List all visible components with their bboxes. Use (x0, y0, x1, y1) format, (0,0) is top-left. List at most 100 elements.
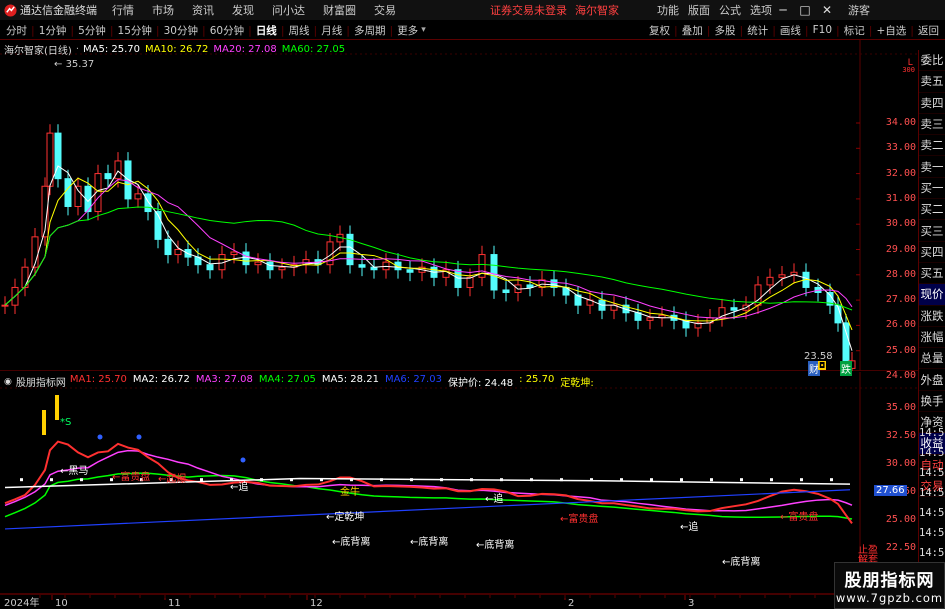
menu-banmian[interactable]: 版面 (688, 2, 710, 18)
indicator-legend-5: MA5: 28.21 (321, 374, 379, 385)
collapse-dot-icon[interactable]: ◉ (4, 377, 12, 387)
signal-annotation: ←富贵盘 (112, 468, 150, 483)
high-price-value: 35.37 (65, 59, 95, 70)
panel-tab-11[interactable]: 买五 (919, 263, 945, 285)
panel-tab-1[interactable]: 委比 (919, 50, 945, 72)
close-icon[interactable]: ✕ (816, 0, 838, 20)
stock-period-label: 海尔智家(日线) (4, 46, 72, 57)
app-title: 通达信金融终端 (0, 2, 104, 18)
tab-more[interactable]: 更多 (394, 23, 421, 38)
menu-caifuquan[interactable]: 财富圈 (323, 2, 356, 18)
badge-cai-icon[interactable]: ◘ (818, 361, 827, 370)
menu-faxian[interactable]: 发现 (232, 2, 254, 18)
menu-xuanxiang[interactable]: 选项 (750, 2, 772, 18)
ma-legend-1: MA5: 25.70 (83, 44, 141, 55)
menu-gongneng[interactable]: 功能 (657, 2, 679, 18)
indicator-chart[interactable] (0, 372, 918, 595)
panel-tab-6[interactable]: 卖一 (919, 156, 945, 178)
panel-tab-8[interactable]: 买二 (919, 199, 945, 221)
panel-tab-16[interactable]: 外盘 (919, 369, 945, 391)
ma-legend-3: MA20: 27.08 (213, 44, 277, 55)
signal-bar (55, 395, 59, 420)
panel-tab-2[interactable]: 卖五 (919, 71, 945, 93)
tab-60min[interactable]: 60分钟 (207, 23, 247, 38)
panel-tab-14[interactable]: 涨幅 (919, 327, 945, 349)
kline-chart[interactable] (0, 40, 918, 371)
legend-dot-icon: · (75, 44, 79, 55)
btn-add-watchlist[interactable]: +自选 (873, 23, 909, 38)
chevron-down-icon[interactable]: ▾ (421, 25, 426, 35)
price-tick-label: 28.00 (885, 268, 916, 280)
indicator-tick-label: 22.50 (885, 542, 916, 553)
menu-gongshi[interactable]: 公式 (719, 2, 741, 18)
annotation-text: 底背离 (484, 540, 515, 551)
btn-diejia[interactable]: 叠加 (679, 23, 706, 38)
annotation-text: S (65, 417, 72, 428)
tab-weekly[interactable]: 周线 (286, 23, 313, 38)
menu-jiaoyi[interactable]: 交易 (374, 2, 396, 18)
ma-line-2 (4, 177, 853, 331)
trade-time: 14:56 (919, 427, 945, 439)
guest-label[interactable]: 游客 (848, 2, 870, 18)
annotation-text: 底背离 (340, 537, 371, 548)
panel-tab-3[interactable]: 卖四 (919, 93, 945, 114)
annotation-text: 富贵盘 (120, 472, 151, 483)
panel-tab-5[interactable]: 卖二 (919, 135, 945, 157)
tab-30min[interactable]: 30分钟 (161, 23, 201, 38)
menu-shichang[interactable]: 市场 (152, 2, 174, 18)
indicator-legend-2: MA2: 26.72 (132, 374, 190, 385)
month-label: 2 (568, 598, 574, 609)
tab-fenshi[interactable]: 分时 (0, 23, 30, 38)
tab-monthly[interactable]: 月线 (318, 23, 345, 38)
btn-duogu[interactable]: 多股 (711, 23, 738, 38)
month-label: 11 (168, 598, 181, 609)
indicator-legend-7: 保护价: 24.48 (447, 378, 514, 389)
signal-dot (240, 457, 246, 463)
tab-15min[interactable]: 15分钟 (115, 23, 155, 38)
trade-time: 14:56 (919, 547, 945, 559)
signal-annotation: ←底背离 (722, 553, 760, 568)
watermark-url: www.7gpzb.com (835, 591, 944, 605)
menu-hangqing[interactable]: 行情 (112, 2, 134, 18)
restore-icon[interactable]: □ (794, 0, 816, 20)
signal-annotation: ←底背离 (476, 536, 514, 551)
btn-huaxian[interactable]: 画线 (777, 23, 804, 38)
panel-tab-10[interactable]: 买四 (919, 242, 945, 263)
minimize-icon[interactable]: ─ (772, 0, 794, 20)
indicator-name[interactable]: 股朋指标网 (16, 374, 66, 389)
price-tick-label: 27.00 (885, 294, 916, 306)
panel-tab-17[interactable]: 换手 (919, 391, 945, 413)
trade-time: 14:56 (919, 467, 945, 479)
panel-tab-13[interactable]: 涨跌 (919, 306, 945, 327)
ma-legend-4: MA60: 27.05 (281, 44, 346, 55)
btn-f10[interactable]: F10 (810, 24, 835, 36)
btn-tongji[interactable]: 统计 (744, 23, 771, 38)
panel-tab-7[interactable]: 买一 (919, 178, 945, 200)
indicator-tick-label: 35.00 (885, 402, 916, 413)
tab-1min[interactable]: 1分钟 (36, 23, 70, 38)
tab-daily[interactable]: 日线 (253, 23, 280, 38)
login-status[interactable]: 证券交易未登录 (490, 2, 567, 18)
tab-multi-period[interactable]: 多周期 (351, 23, 389, 38)
btn-fuquan[interactable]: 复权 (646, 23, 673, 38)
menu-wenxiaoda[interactable]: 问小达 (272, 2, 305, 18)
menu-bar: 通达信金融终端 行情 市场 资讯 发现 问小达 财富圈 交易 证券交易未登录 海… (0, 0, 945, 20)
signal-annotation: ←起爆 (158, 470, 186, 485)
watermark-title: 股朋指标网 (844, 571, 935, 591)
tab-5min[interactable]: 5分钟 (75, 23, 109, 38)
annotation-text: 追 (493, 494, 504, 505)
signal-annotation: ←追 (485, 490, 503, 505)
trade-time: 14:56 (919, 447, 945, 459)
btn-back[interactable]: 返回 (915, 23, 945, 38)
annotation-text: 底背离 (418, 537, 449, 548)
signal-annotation: ←追 (680, 518, 698, 533)
panel-tab-12[interactable]: 现价 (919, 284, 945, 306)
panel-tab-15[interactable]: 总量 (919, 348, 945, 370)
signal-dot (97, 434, 103, 440)
annotation-text: 追 (238, 482, 249, 493)
panel-tab-9[interactable]: 买三 (919, 220, 945, 242)
panel-tab-4[interactable]: 卖三 (919, 114, 945, 136)
btn-biaoji[interactable]: 标记 (841, 23, 868, 38)
price-tick-label: 33.00 (885, 142, 916, 154)
menu-zixun[interactable]: 资讯 (192, 2, 214, 18)
